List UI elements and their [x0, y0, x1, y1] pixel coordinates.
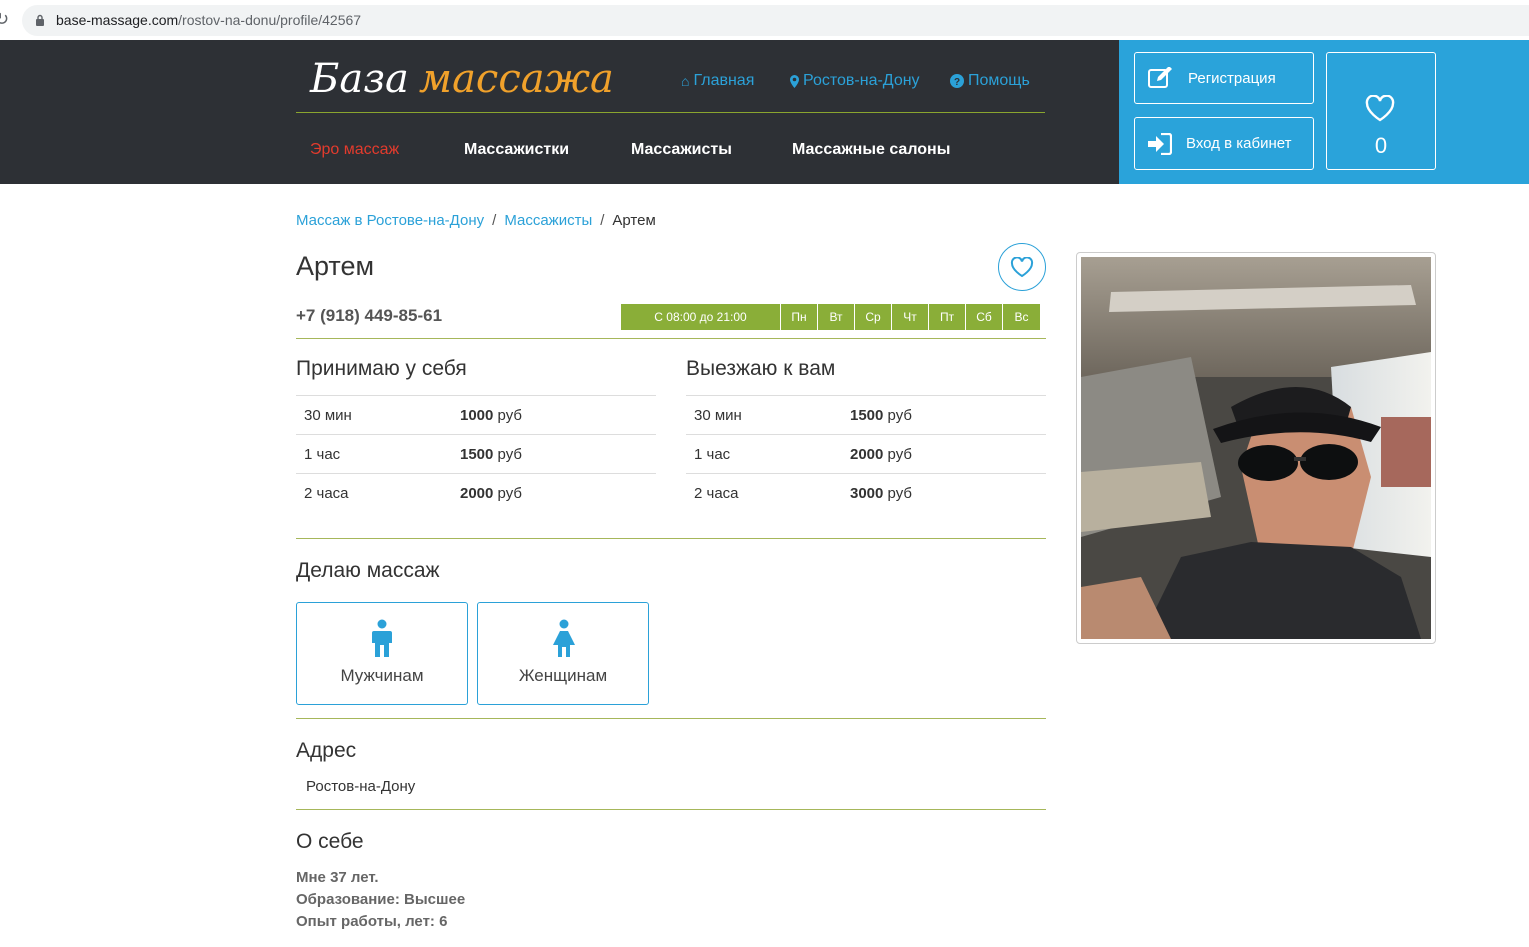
map-marker-icon [790, 74, 799, 88]
heart-icon [1365, 95, 1395, 122]
menu-male-masseurs[interactable]: Массажисты [631, 141, 732, 159]
day-badge: Вт [818, 304, 855, 330]
female-icon [553, 619, 575, 657]
incall-title: Принимаю у себя [296, 357, 467, 380]
url-text[interactable]: base-massage.com/rostov-na-donu/profile/… [56, 12, 361, 28]
svg-text:?: ? [954, 77, 960, 88]
day-badge: Пт [929, 304, 966, 330]
day-badge: Пн [781, 304, 818, 330]
section-divider [296, 338, 1046, 339]
breadcrumb: Массаж в Ростове-на-Дону / Массажисты / Арте… [296, 212, 656, 229]
price-row: 1 час 2000 руб [686, 434, 1046, 473]
question-circle-icon: ? [950, 74, 964, 88]
sign-in-icon [1148, 132, 1172, 155]
breadcrumb-section[interactable]: Массажисты [504, 212, 592, 229]
about-line: Мне 37 лет. [296, 869, 379, 886]
day-badge: Чт [892, 304, 929, 330]
section-divider [296, 538, 1046, 539]
day-badge: Вс [1003, 304, 1040, 330]
outcall-price-table: 30 мин 1500 руб 1 час 2000 руб 2 часа 3000 … [686, 395, 1046, 512]
working-hours: С 08:00 до 21:00 [621, 304, 781, 330]
day-badge: Ср [855, 304, 892, 330]
about-title: О себе [296, 830, 364, 853]
breadcrumb-separator: / [600, 212, 605, 229]
reload-icon[interactable]: ↻ [0, 9, 9, 30]
profile-photo-illustration [1081, 257, 1431, 639]
incall-price-table: 30 мин 1000 руб 1 час 1500 руб 2 часа 2000 … [296, 395, 656, 512]
nav-home[interactable]: ⌂ Главная [681, 72, 754, 90]
menu-female-masseurs[interactable]: Массажистки [464, 141, 569, 159]
profile-photo-frame[interactable] [1076, 252, 1436, 644]
price-row: 1 час 1500 руб [296, 434, 656, 473]
price-row: 30 мин 1000 руб [296, 395, 656, 434]
massage-for-men: Мужчинам [296, 602, 468, 705]
section-divider [296, 809, 1046, 810]
add-to-favorites-button[interactable] [998, 243, 1046, 291]
edit-icon [1148, 67, 1172, 88]
menu-ero-massage[interactable]: Эро массаж [310, 141, 399, 159]
section-divider [296, 718, 1046, 719]
male-icon [372, 619, 392, 657]
schedule-bar: С 08:00 до 21:00 Пн Вт Ср Чт Пт Сб Вс [621, 304, 1040, 330]
breadcrumb-separator: / [492, 212, 497, 229]
day-badge: Сб [966, 304, 1003, 330]
price-row: 30 мин 1500 руб [686, 395, 1046, 434]
address-title: Адрес [296, 739, 357, 762]
header-divider [296, 112, 1045, 113]
address-value: Ростов-на-Дону [306, 778, 416, 795]
massage-for-title: Делаю массаж [296, 559, 440, 582]
site-logo[interactable]: База массажа [310, 56, 614, 102]
massage-for-women: Женщинам [477, 602, 649, 705]
about-line: Образование: Высшее [296, 891, 466, 908]
breadcrumb-current: Артем [612, 212, 656, 229]
nav-city[interactable]: Ростов-на-Дону [790, 72, 920, 90]
browser-address-bar: ↻ base-massage.com/rostov-na-donu/profil… [0, 0, 1529, 40]
breadcrumb-home[interactable]: Массаж в Ростове-на-Дону [296, 212, 484, 229]
login-button[interactable]: Вход в кабинет [1134, 117, 1314, 170]
price-row: 2 часа 3000 руб [686, 473, 1046, 512]
menu-massage-salons[interactable]: Массажные салоны [792, 141, 950, 159]
profile-name: Артем [296, 251, 375, 281]
heart-icon [1010, 256, 1034, 277]
register-button[interactable]: Регистрация [1134, 52, 1314, 104]
about-line: Опыт работы, лет: 6 [296, 913, 448, 930]
favorites-button[interactable]: 0 [1326, 52, 1436, 170]
nav-help[interactable]: ? Помощь [950, 72, 1030, 90]
lock-icon [36, 14, 44, 26]
price-row: 2 часа 2000 руб [296, 473, 656, 512]
phone-number[interactable]: +7 (918) 449-85-61 [296, 306, 442, 326]
home-icon: ⌂ [681, 73, 690, 89]
profile-photo [1081, 257, 1431, 639]
outcall-title: Выезжаю к вам [686, 357, 836, 380]
favorites-count: 0 [1374, 133, 1388, 158]
men-label: Мужчинам [340, 666, 424, 685]
women-label: Женщинам [518, 666, 608, 685]
